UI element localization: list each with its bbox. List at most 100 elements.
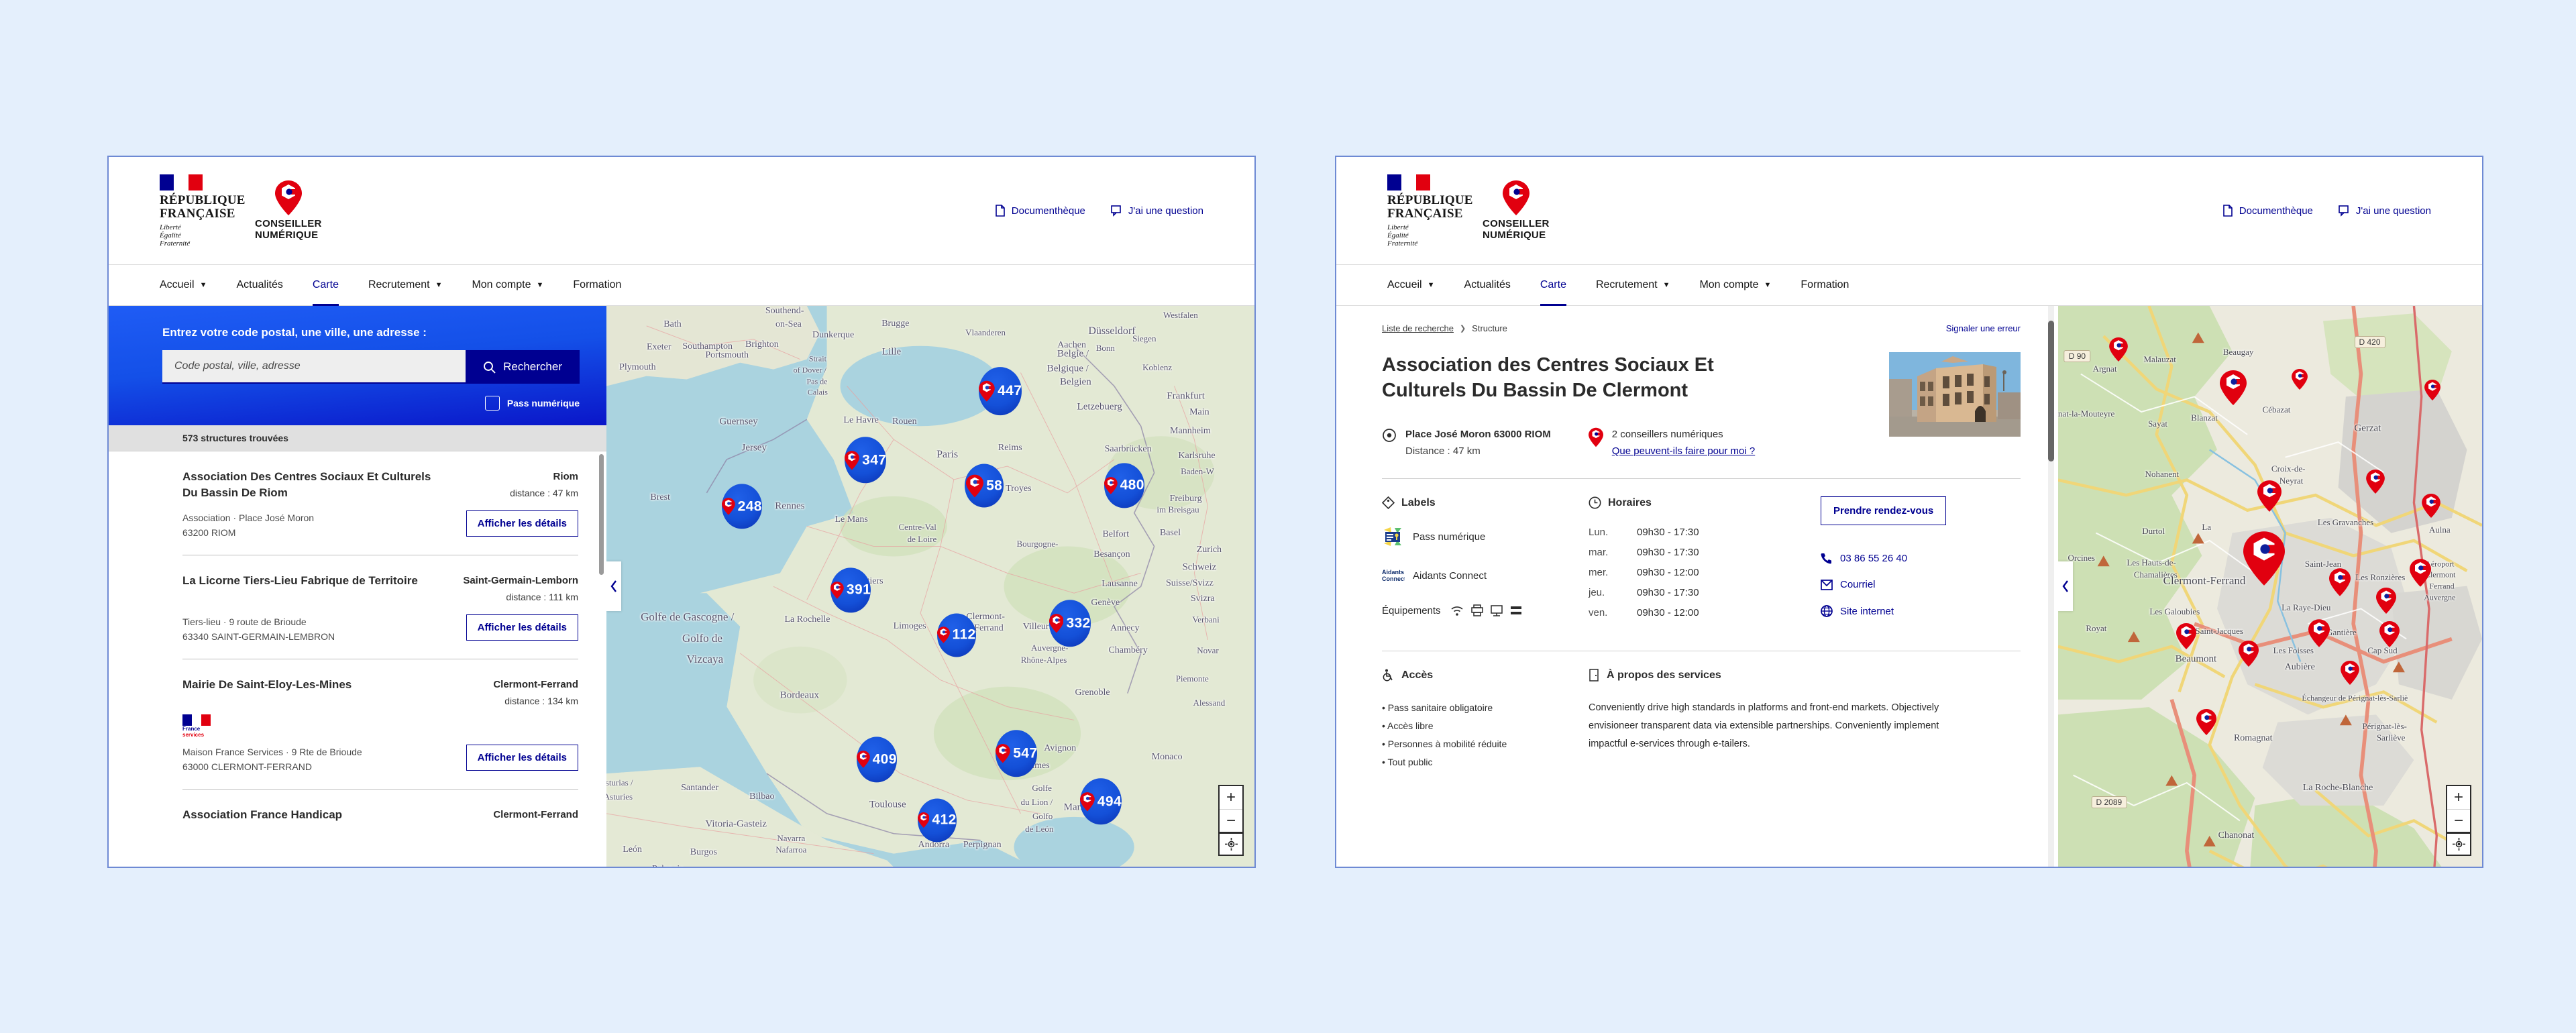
- label-item-pass-numerique: Pass numérique: [1382, 527, 1558, 547]
- document-icon: [995, 205, 1005, 217]
- map-pin-marker[interactable]: [2109, 337, 2129, 365]
- zoom-out-button[interactable]: −: [2447, 809, 2470, 832]
- map-cluster-marker[interactable]: 332: [1049, 600, 1091, 647]
- map-pin-marker[interactable]: [2422, 494, 2441, 521]
- brand-logo-group[interactable]: RÉPUBLIQUE FRANÇAISE Liberté Égalité Frater…: [1387, 174, 1550, 248]
- show-details-button[interactable]: Afficher les détails: [466, 614, 578, 641]
- map-pin-marker[interactable]: [2308, 619, 2330, 651]
- map-pin-marker[interactable]: [2196, 709, 2217, 739]
- zoom-in-button[interactable]: +: [1220, 786, 1242, 809]
- map-pin-marker[interactable]: [2341, 661, 2360, 688]
- list-item[interactable]: Association Des Centres Sociaux Et Cultu…: [182, 451, 578, 555]
- conseiller-numerique-logo[interactable]: CONSEILLER NUMÉRIQUE: [1483, 180, 1550, 241]
- nav-item-accueil[interactable]: Accueil ▼: [160, 265, 221, 305]
- show-details-button[interactable]: Afficher les détails: [466, 745, 578, 771]
- result-city: Clermont-Ferrand: [493, 679, 578, 690]
- chevron-down-icon: ▼: [1662, 280, 1670, 289]
- map-pin-marker[interactable]: [2292, 368, 2308, 393]
- breadcrumb-link-search-list[interactable]: Liste de recherche: [1382, 323, 1454, 333]
- chevron-right-icon: ❯: [1459, 325, 1466, 333]
- map-pin-marker[interactable]: [2328, 568, 2351, 600]
- collapse-panel-button[interactable]: [2058, 561, 2073, 611]
- list-item[interactable]: La Licorne Tiers-Lieu Fabrique de Territ…: [182, 555, 578, 659]
- republique-line1: RÉPUBLIQUE: [160, 193, 246, 207]
- hours-value: 09h30 - 17:30: [1637, 547, 1699, 558]
- cluster-count: 547: [1013, 745, 1038, 761]
- map-cluster-marker[interactable]: 347: [845, 437, 887, 484]
- map-zoom-controls[interactable]: + −: [2446, 785, 2471, 856]
- locate-me-button[interactable]: [2447, 832, 2470, 855]
- book-appointment-button[interactable]: Prendre rendez-vous: [1821, 496, 1947, 525]
- pass-numerique-filter[interactable]: Pass numérique: [162, 396, 580, 411]
- nav-item-recrutement[interactable]: Recrutement ▼: [354, 265, 457, 305]
- acces-item-text: Personnes à mobilité réduite: [1387, 739, 1507, 749]
- map-pin-marker[interactable]: [2410, 559, 2432, 590]
- list-item[interactable]: Mairie De Saint-Eloy-Les-Mines Clermont-…: [182, 659, 578, 790]
- map-pin-marker[interactable]: [2176, 622, 2196, 653]
- map-cluster-marker[interactable]: 494: [1080, 778, 1122, 825]
- wifi-icon: [1451, 606, 1463, 616]
- map-pin-marker[interactable]: [2379, 621, 2400, 651]
- nav-item-accueil[interactable]: Accueil ▼: [1387, 265, 1449, 305]
- map-cluster-marker[interactable]: 447: [979, 367, 1022, 415]
- pass-numerique-checkbox[interactable]: [484, 396, 500, 411]
- map-pin-marker[interactable]: [2239, 641, 2259, 670]
- header-link-question[interactable]: J'ai une question: [1111, 205, 1203, 217]
- nav-item-actualites[interactable]: Actualités: [221, 265, 297, 305]
- nav-item-carte[interactable]: Carte: [298, 265, 354, 306]
- map-cluster-marker[interactable]: 547: [996, 730, 1038, 777]
- show-details-button[interactable]: Afficher les détails: [466, 510, 578, 537]
- map-france[interactable]: 447 347 248 58 480 391 112 332 409 547 412 494 Bath…: [606, 306, 1254, 867]
- search-input[interactable]: [162, 350, 466, 384]
- map-pin-marker[interactable]: [2375, 587, 2396, 617]
- nav-item-mon-compte[interactable]: Mon compte ▼: [1684, 265, 1786, 305]
- nav-item-formation[interactable]: Formation: [558, 265, 636, 305]
- locate-me-button[interactable]: [1220, 832, 1242, 855]
- map-clermont[interactable]: D 90D 420ArgnatMalauzatBeaugayChanat-la-…: [2058, 306, 2482, 867]
- map-pin-marker[interactable]: [2365, 470, 2385, 497]
- brand-logo-group[interactable]: RÉPUBLIQUE FRANÇAISE Liberté Égalité Frater…: [160, 174, 322, 248]
- header-link-documentheque[interactable]: Documenthèque: [995, 205, 1085, 217]
- conseiller-numerique-logo[interactable]: CONSEILLER NUMÉRIQUE: [255, 180, 322, 241]
- results-scrollbar[interactable]: [599, 454, 604, 575]
- list-item[interactable]: Association France Handicap Clermont-Fer…: [182, 790, 578, 838]
- map-pin-selected[interactable]: [2243, 531, 2285, 589]
- zoom-in-button[interactable]: +: [2447, 786, 2470, 809]
- header-link-label: J'ai une question: [1128, 205, 1203, 217]
- hours-day: mer.: [1589, 567, 1609, 578]
- hours-title-text: Horaires: [1608, 496, 1652, 508]
- map-cluster-marker[interactable]: 391: [830, 567, 871, 613]
- nav-item-recrutement[interactable]: Recrutement ▼: [1581, 265, 1684, 305]
- advisors-info-link[interactable]: Que peuvent-ils faire pour moi ?: [1612, 443, 1755, 459]
- nav-item-carte[interactable]: Carte: [1525, 265, 1581, 306]
- contact-website[interactable]: Site internet: [1821, 605, 1894, 617]
- map-cluster-marker[interactable]: 412: [917, 798, 957, 842]
- building-photo: [1889, 352, 2021, 437]
- results-list[interactable]: Association Des Centres Sociaux Et Cultu…: [109, 451, 606, 867]
- cluster-pin-icon: [979, 380, 996, 402]
- map-cluster-marker[interactable]: 58: [965, 464, 1004, 508]
- cluster-pin-icon: [996, 743, 1011, 763]
- nav-item-formation[interactable]: Formation: [1786, 265, 1864, 305]
- contact-email[interactable]: Courriel: [1821, 579, 1876, 590]
- map-cluster-marker[interactable]: 112: [936, 613, 976, 657]
- map-pin-marker[interactable]: [2220, 370, 2247, 409]
- nav-item-actualites[interactable]: Actualités: [1449, 265, 1525, 305]
- contact-phone[interactable]: 03 86 55 26 40: [1821, 552, 1907, 564]
- header-link-documentheque[interactable]: Documenthèque: [2222, 205, 2313, 217]
- map-cluster-marker[interactable]: 480: [1104, 462, 1144, 508]
- nav-item-mon-compte[interactable]: Mon compte ▼: [457, 265, 558, 305]
- collapse-panel-button[interactable]: [606, 561, 621, 611]
- zoom-out-button[interactable]: −: [1220, 809, 1242, 832]
- header-link-question[interactable]: J'ai une question: [2339, 205, 2431, 217]
- map-pin-marker[interactable]: [2257, 480, 2282, 515]
- map-zoom-controls[interactable]: + −: [1218, 785, 1244, 856]
- map-pin-marker[interactable]: [2424, 380, 2440, 404]
- hours-section-title: Horaires: [1589, 496, 1790, 509]
- map-cluster-marker[interactable]: 409: [856, 737, 897, 782]
- map-cluster-marker[interactable]: 248: [721, 484, 762, 529]
- report-error-link[interactable]: Signaler une erreur: [1946, 323, 2021, 333]
- detail-scrollbar[interactable]: [2048, 321, 2054, 461]
- search-button[interactable]: Rechercher: [466, 350, 580, 384]
- product-line1: CONSEILLER: [255, 218, 322, 229]
